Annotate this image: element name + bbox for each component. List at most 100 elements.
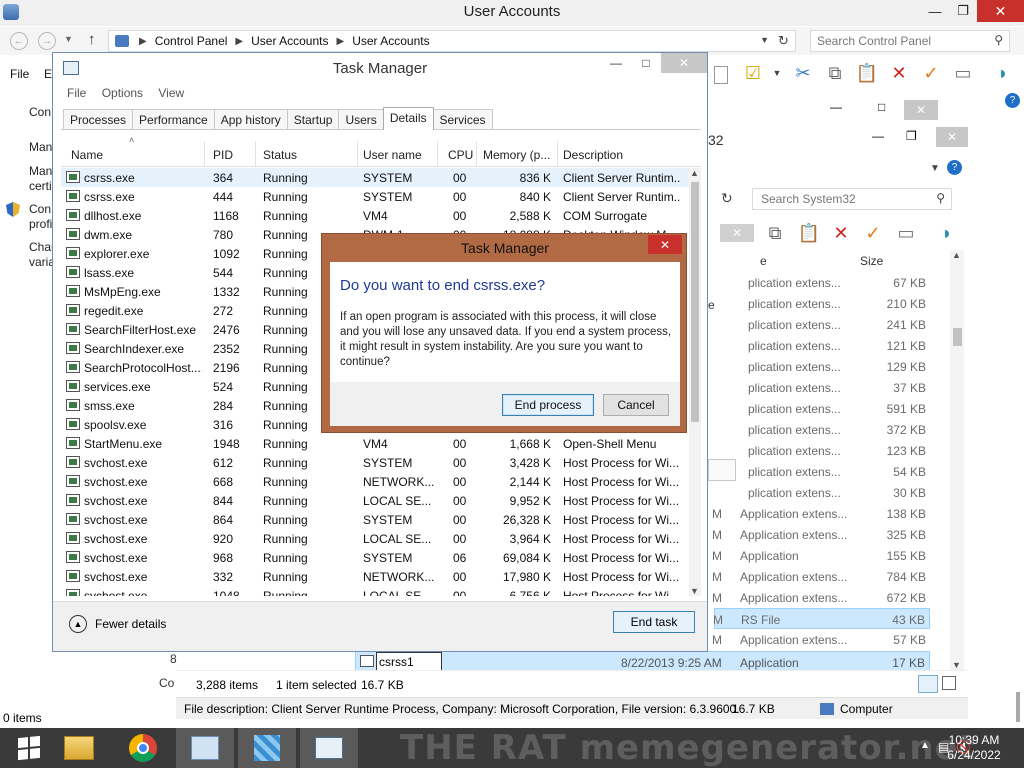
help-icon[interactable]: ?	[947, 160, 962, 175]
search-input[interactable]: Search Control Panel ⚲	[810, 30, 1010, 52]
maximize-button[interactable]: ❐	[949, 0, 977, 22]
column-status[interactable]: Status	[263, 148, 297, 162]
chevron-down-icon[interactable]: ▼	[766, 62, 788, 84]
column-memory[interactable]: Memory (p...	[483, 148, 550, 162]
chevron-down-icon[interactable]: ▼	[760, 35, 769, 45]
left-link-4b[interactable]: profi	[29, 217, 52, 231]
left-link-3[interactable]: Man	[29, 164, 52, 178]
back-icon[interactable]: ←	[10, 32, 28, 50]
table-row[interactable]: svchost.exe 332 Running NETWORK... 00 17,980 …	[61, 567, 689, 586]
breadcrumb-control-panel[interactable]: Control Panel	[155, 34, 228, 48]
table-row[interactable]: svchost.exe 668 Running NETWORK... 00 2,144 K…	[61, 472, 689, 491]
scroll-up-icon[interactable]: ▲	[690, 168, 699, 178]
address-bar[interactable]: ▶ Control Panel ▶ User Accounts ▶ User A…	[108, 30, 796, 52]
list-item[interactable]: plication extens... 591 KB	[714, 398, 930, 419]
column-name[interactable]: Name	[71, 148, 103, 162]
list-item[interactable]: plication extens... 30 KB	[714, 482, 930, 503]
list-item[interactable]: plication extens... 67 KB	[714, 272, 930, 293]
table-row[interactable]: svchost.exe 844 Running LOCAL SE... 00 9,952 …	[61, 491, 689, 510]
cut-icon[interactable]: ✂	[792, 62, 814, 84]
column-cpu[interactable]: CPU	[448, 148, 473, 162]
breadcrumb-user-accounts[interactable]: User Accounts	[251, 34, 328, 48]
rename-icon[interactable]: ▭	[895, 222, 917, 244]
menu-options[interactable]: Options	[102, 86, 143, 100]
list-item[interactable]: plication extens... 241 KB	[714, 314, 930, 335]
menu-file[interactable]: File	[10, 67, 29, 81]
table-row[interactable]: csrss.exe 444 Running SYSTEM 00 840 K Client S…	[61, 187, 689, 206]
paste-icon[interactable]: 📋	[798, 222, 820, 244]
list-item[interactable]: plication extens... 129 KB	[714, 356, 930, 377]
table-row[interactable]: svchost.exe 612 Running SYSTEM 00 3,428 K Host…	[61, 453, 689, 472]
cancel-button[interactable]: Cancel	[603, 394, 669, 416]
list-item[interactable]: M Application 155 KB	[712, 545, 930, 566]
scrollbar-thumb[interactable]	[953, 328, 962, 346]
delete-icon[interactable]: ✕	[888, 62, 910, 84]
table-row[interactable]: svchost.exe 920 Running LOCAL SE... 00 3,964 …	[61, 529, 689, 548]
system-clock[interactable]: 10:39 AM 6/24/2022	[944, 733, 1004, 763]
taskbar-regedit[interactable]	[238, 728, 296, 768]
close-button[interactable]: ✕	[904, 100, 938, 120]
copy-icon[interactable]: ⧉	[764, 222, 786, 244]
paste-icon[interactable]: 📋	[856, 62, 878, 84]
maximize-button[interactable]: □	[631, 53, 661, 73]
maximize-button[interactable]: ❐	[906, 129, 917, 143]
menu-view[interactable]: View	[158, 86, 184, 100]
tab-performance[interactable]: Performance	[132, 109, 215, 129]
checkmark-icon[interactable]: ✓	[920, 62, 942, 84]
resize-grip[interactable]	[1016, 692, 1020, 722]
table-row[interactable]: svchost.exe 968 Running SYSTEM 06 69,084 K Hos…	[61, 548, 689, 567]
list-item[interactable]: plication extens... 372 KB	[714, 419, 930, 440]
tab-app-history[interactable]: App history	[213, 109, 288, 129]
list-item[interactable]: plication extens... 123 KB	[714, 440, 930, 461]
list-item[interactable]: plication extens... 210 KB	[714, 293, 930, 314]
process-scrollbar[interactable]: ▲ ▼	[689, 168, 701, 596]
close-button[interactable]: ✕	[648, 235, 682, 254]
minimize-button[interactable]: —	[830, 100, 842, 114]
taskbar-control-panel[interactable]	[176, 728, 234, 768]
refresh-icon[interactable]: ↻	[778, 33, 789, 49]
taskbar-file-explorer[interactable]	[50, 728, 108, 768]
checkmark-icon[interactable]: ✓	[862, 222, 884, 244]
column-pid[interactable]: PID	[213, 148, 233, 162]
rename-icon[interactable]: ▭	[952, 62, 974, 84]
column-description[interactable]: Description	[563, 148, 623, 162]
close-button[interactable]: ✕	[977, 0, 1024, 22]
close-button[interactable]: ✕	[720, 224, 754, 242]
list-item[interactable]: M RS File 43 KB	[713, 608, 930, 629]
left-link-4[interactable]: Con	[29, 202, 51, 216]
rename-input[interactable]	[376, 652, 442, 671]
left-link-1[interactable]: Con	[29, 105, 51, 119]
column-user-name[interactable]: User name	[363, 148, 422, 162]
list-item[interactable]: M Application extens... 672 KB	[712, 587, 930, 608]
refresh-icon[interactable]: ↻	[721, 190, 733, 207]
fewer-details-link[interactable]: ▲ Fewer details	[69, 615, 166, 633]
taskbar-task-manager[interactable]	[300, 728, 358, 768]
tab-startup[interactable]: Startup	[286, 109, 340, 129]
chevron-up-icon[interactable]: ▲	[920, 740, 930, 751]
end-task-button[interactable]: End task	[613, 611, 695, 633]
close-button[interactable]: ✕	[661, 53, 707, 73]
column-type-header[interactable]: e	[760, 254, 767, 268]
tab-processes[interactable]: Processes	[63, 109, 134, 129]
properties-icon[interactable]: ☑	[742, 62, 764, 84]
recent-locations-icon[interactable]: ▼	[64, 34, 73, 44]
maximize-button[interactable]: □	[878, 100, 885, 114]
list-item[interactable]: M Application extens... 325 KB	[712, 524, 930, 545]
scroll-up-icon[interactable]: ▲	[952, 250, 961, 260]
left-link-3b[interactable]: certi	[29, 179, 52, 193]
scrollbar-thumb[interactable]	[691, 182, 699, 422]
list-item[interactable]: plication extens... 37 KB	[714, 377, 930, 398]
page-icon[interactable]	[714, 66, 728, 84]
list-item[interactable]: plication extens... 54 KB	[714, 461, 930, 482]
minimize-button[interactable]: —	[601, 53, 631, 73]
up-icon[interactable]: ↑	[88, 31, 96, 48]
rename-row[interactable]: 8/22/2013 9:25 AM Application 17 KB	[355, 651, 930, 672]
list-item[interactable]: M Application extens... 784 KB	[712, 566, 930, 587]
list-item[interactable]: M Application extens... 138 KB	[712, 503, 930, 524]
shell-icon[interactable]: ◑	[934, 222, 956, 244]
scroll-down-icon[interactable]: ▼	[690, 586, 699, 596]
taskbar-chrome[interactable]	[114, 728, 172, 768]
close-button[interactable]: ✕	[936, 127, 968, 147]
forward-icon[interactable]: →	[38, 32, 56, 50]
breadcrumb-user-accounts-current[interactable]: User Accounts	[352, 34, 429, 48]
